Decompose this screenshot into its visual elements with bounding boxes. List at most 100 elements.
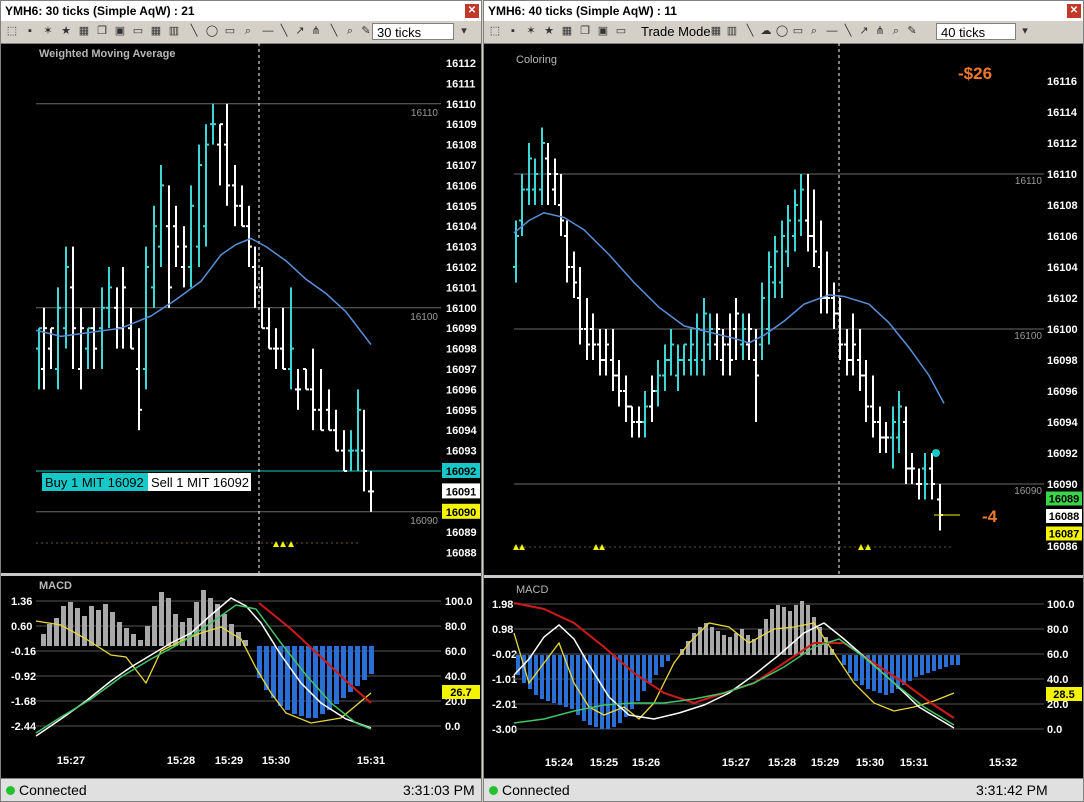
left-price-axis-label: 16109 <box>446 119 477 131</box>
ray-icon[interactable]: ╲ <box>841 24 855 39</box>
left-dropdown-icon[interactable]: ▾ <box>457 24 471 39</box>
right-price-axis-label: 16110 <box>1047 169 1077 181</box>
grid-icon[interactable]: ▦ <box>709 24 723 39</box>
right-macd-histogram-bar <box>710 627 714 655</box>
zoom-icon[interactable]: ⌕ <box>241 24 255 39</box>
grid-icon[interactable]: ▦ <box>149 24 163 39</box>
right-signal-triangle-icon <box>858 544 864 550</box>
right-macd-histogram-bar <box>872 655 876 691</box>
properties-icon[interactable]: ▣ <box>596 24 610 39</box>
left-macd-histogram-bar <box>82 616 87 646</box>
star-icon[interactable]: ✶ <box>41 24 55 39</box>
left-chart-window: YMH6: 30 ticks (Simple AqW) : 21 ✕ ⬚ ▪ ✶… <box>0 0 482 802</box>
window-icon[interactable]: ▭ <box>614 24 628 39</box>
left-macd-histogram-bar <box>96 610 101 646</box>
left-macd-histogram-bar <box>47 624 52 646</box>
left-chart-canvas[interactable]: Weighted Moving Average 16112 16111 16110 16… <box>1 43 482 781</box>
right-macd-histogram-bar <box>938 655 942 669</box>
left-price-axis-label: 16097 <box>446 364 477 376</box>
horizontal-line-icon[interactable]: — <box>825 24 839 39</box>
pointer-icon[interactable]: ⬚ <box>488 24 502 39</box>
right-macd-histogram-bar <box>848 655 852 673</box>
fork-icon[interactable]: ⋔ <box>873 24 887 39</box>
right-time-axis-label: 15:30 <box>856 757 884 769</box>
left-macd-histogram-bar <box>334 646 339 704</box>
right-price-axis-label: 16100 <box>1047 324 1078 336</box>
right-macd-histogram-bar <box>956 655 960 665</box>
ray-icon[interactable]: ╲ <box>277 24 291 39</box>
left-title-bar[interactable]: YMH6: 30 ticks (Simple AqW) : 21 ✕ <box>1 1 481 21</box>
pencil-icon[interactable]: ✎ <box>905 24 919 39</box>
right-macd-histogram-bar <box>788 611 792 655</box>
ellipse-icon[interactable]: ◯ <box>205 24 219 39</box>
favorite-icon[interactable]: ★ <box>542 24 556 39</box>
left-status-text: Connected <box>19 782 87 798</box>
indicators-icon[interactable]: ▦ <box>560 24 574 39</box>
left-macd-histogram-bar <box>89 606 94 646</box>
pointer-icon[interactable]: ⬚ <box>5 24 19 39</box>
right-title-bar[interactable]: YMH6: 40 ticks (Simple AqW) : 11 ✕ <box>484 1 1083 21</box>
pencil-icon[interactable]: ✎ <box>359 24 373 39</box>
right-pnl-amount: -$26 <box>958 64 992 83</box>
trade-mode-button[interactable]: Trade Mode <box>641 23 711 40</box>
right-macd-label: MACD <box>516 584 548 596</box>
left-panel-separator[interactable] <box>1 573 482 576</box>
zoom-icon[interactable]: ⌕ <box>807 24 821 39</box>
right-macd-histogram-bar <box>908 655 912 681</box>
right-panel-separator[interactable] <box>484 575 1084 578</box>
properties-icon[interactable]: ▣ <box>113 24 127 39</box>
rectangle-icon[interactable]: ▭ <box>791 24 805 39</box>
layout-icon[interactable]: ▥ <box>167 24 181 39</box>
left-ticks-field[interactable]: 30 ticks <box>372 23 454 40</box>
arrow-icon[interactable]: ↗ <box>857 24 871 39</box>
left-macd-histogram-bar <box>362 646 367 680</box>
right-close-icon[interactable]: ✕ <box>1067 4 1081 18</box>
save-icon[interactable]: ▪ <box>23 24 37 39</box>
draw-line-icon[interactable]: ╲ <box>743 24 757 39</box>
right-dropdown-icon[interactable]: ▾ <box>1018 24 1032 39</box>
cloud-icon[interactable]: ☁ <box>759 24 773 39</box>
search-icon[interactable]: ⌕ <box>889 24 903 39</box>
right-macd-histogram-bar <box>734 633 738 655</box>
left-price-axis-label: 16088 <box>446 548 477 560</box>
indicators-icon[interactable]: ▦ <box>77 24 91 39</box>
line-tool-icon[interactable]: ╲ <box>327 24 341 39</box>
right-price-axis-label: 16090 <box>1047 479 1078 491</box>
right-price-axis-label: 16102 <box>1047 293 1078 305</box>
copy-icon[interactable]: ❐ <box>95 24 109 39</box>
window-icon[interactable]: ▭ <box>131 24 145 39</box>
ellipse-icon[interactable]: ◯ <box>775 24 789 39</box>
right-macd-histogram-bar <box>722 635 726 655</box>
left-macd-histogram-bar <box>41 634 46 646</box>
right-macd-right-axis-label: 40.0 <box>1047 674 1068 686</box>
rectangle-icon[interactable]: ▭ <box>223 24 237 39</box>
right-time-axis-label: 15:26 <box>632 757 660 769</box>
right-pnl-ticks: -4 <box>982 507 998 526</box>
left-macd-histogram-bar <box>159 592 164 646</box>
right-macd-histogram-bar <box>782 607 786 655</box>
left-price-axis-label: 16104 <box>446 221 477 233</box>
left-macd-histogram-bar <box>166 598 171 646</box>
save-icon[interactable]: ▪ <box>506 24 520 39</box>
left-macd-left-axis-label: 0.60 <box>11 621 32 633</box>
right-chart-window: YMH6: 40 ticks (Simple AqW) : 11 ✕ ⬚ ▪ ✶… <box>483 0 1084 802</box>
left-macd-tag: 26.7 <box>450 687 471 699</box>
arrow-icon[interactable]: ↗ <box>293 24 307 39</box>
left-price-tag-yellow: 16090 <box>446 507 477 519</box>
right-price-axis-label: 16096 <box>1047 386 1078 398</box>
draw-line-icon[interactable]: ╲ <box>187 24 201 39</box>
left-price-axis-label: 16098 <box>446 344 477 356</box>
search-icon[interactable]: ⌕ <box>343 24 357 39</box>
right-chart-canvas[interactable]: Coloring -$26 16116 16114 16112 16110 16108 161… <box>484 43 1084 783</box>
right-connection-indicator-icon <box>489 786 498 795</box>
copy-icon[interactable]: ❐ <box>578 24 592 39</box>
horizontal-line-icon[interactable]: — <box>261 24 275 39</box>
favorite-icon[interactable]: ★ <box>59 24 73 39</box>
fork-icon[interactable]: ⋔ <box>309 24 323 39</box>
right-entry-marker-icon[interactable] <box>932 449 940 457</box>
right-ticks-field[interactable]: 40 ticks <box>936 23 1016 40</box>
right-macd-histogram-bar <box>654 655 658 675</box>
layout-icon[interactable]: ▥ <box>725 24 739 39</box>
left-close-icon[interactable]: ✕ <box>465 4 479 18</box>
star-icon[interactable]: ✶ <box>524 24 538 39</box>
